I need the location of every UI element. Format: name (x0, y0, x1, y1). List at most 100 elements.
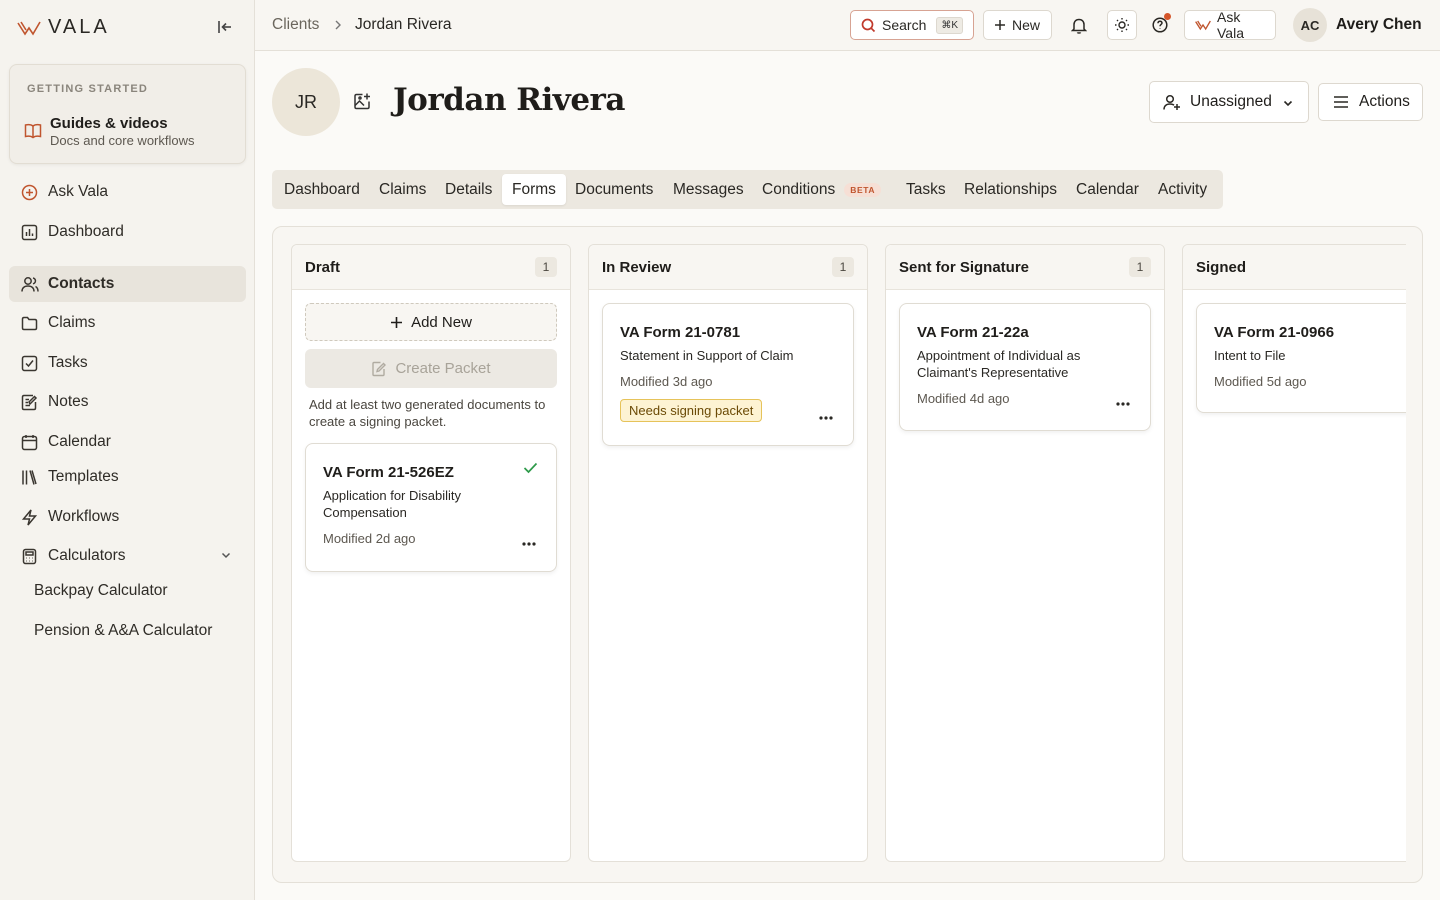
theme-toggle-button[interactable] (1107, 10, 1137, 40)
actions-button[interactable]: Actions (1318, 83, 1423, 121)
edit-photo-button[interactable] (353, 92, 373, 112)
calendar-icon (21, 434, 38, 451)
sidebar-item-tasks[interactable]: Tasks (9, 345, 246, 381)
add-new-button[interactable]: Add New (305, 303, 557, 341)
vala-logo-icon (1195, 19, 1211, 31)
column-in-review: In Review 1 VA Form 21-0781 Statement in… (588, 244, 868, 862)
check-icon (523, 462, 538, 474)
tab-conditions-label: Conditions (762, 180, 836, 198)
more-icon[interactable] (1115, 401, 1133, 411)
column-title: Draft (305, 259, 341, 276)
column-count: 1 (1129, 257, 1151, 277)
search-button[interactable]: Search ⌘K (850, 10, 974, 40)
add-new-label: Add New (411, 313, 472, 331)
assignee-dropdown[interactable]: Unassigned (1149, 81, 1309, 123)
tab-documents[interactable]: Documents (575, 174, 653, 205)
needs-signing-packet-badge: Needs signing packet (620, 399, 763, 422)
more-icon[interactable] (521, 541, 539, 551)
form-card[interactable]: VA Form 21-0966 Intent to File Modified … (1196, 303, 1406, 413)
sidebar-item-ask-vala[interactable]: Ask Vala (9, 174, 246, 210)
column-title: Signed (1196, 259, 1247, 276)
card-title: VA Form 21-526EZ (323, 464, 454, 481)
notifications-button[interactable] (1064, 10, 1094, 40)
user-plus-icon (1163, 94, 1181, 111)
guides-videos-link[interactable]: Guides & videos Docs and core workflows (24, 115, 234, 151)
library-icon (21, 469, 38, 486)
tab-claims[interactable]: Claims (379, 174, 426, 205)
getting-started-label: GETTING STARTED (27, 83, 149, 95)
sun-icon (1114, 17, 1130, 33)
tab-calendar[interactable]: Calendar (1076, 174, 1139, 205)
tab-details[interactable]: Details (445, 174, 492, 205)
sidebar-item-calendar[interactable]: Calendar (9, 424, 246, 460)
column-count: 1 (535, 257, 557, 277)
image-edit-icon (354, 93, 370, 110)
getting-started-card: GETTING STARTED Guides & videos Docs and… (9, 64, 246, 164)
guides-title: Guides & videos (50, 115, 168, 132)
ask-vala-label: Ask Vala (1217, 9, 1244, 41)
users-icon (21, 276, 39, 293)
column-count: 1 (832, 257, 854, 277)
tab-activity[interactable]: Activity (1158, 174, 1207, 205)
plus-icon (390, 316, 403, 329)
card-modified: Modified 2d ago (323, 531, 416, 546)
sidebar-item-workflows[interactable]: Workflows (9, 499, 246, 535)
checkbox-icon (21, 355, 38, 372)
form-card[interactable]: VA Form 21-22a Appointment of Individual… (899, 303, 1151, 431)
breadcrumb-clients[interactable]: Clients (272, 16, 319, 34)
create-packet-label: Create Packet (395, 360, 491, 377)
sidebar-item-label: Calendar (48, 433, 111, 450)
user-menu[interactable]: AC Avery Chen (1293, 8, 1422, 42)
guides-subtitle: Docs and core workflows (50, 133, 195, 148)
tab-conditions[interactable]: Conditions BETA (762, 174, 882, 205)
sidebar-item-calculators[interactable]: Calculators (9, 538, 246, 574)
vala-logo-icon (17, 19, 41, 37)
sidebar-subitem-pension-calculator[interactable]: Pension & A&A Calculator (34, 622, 212, 640)
sidebar-item-label: Workflows (48, 508, 120, 525)
card-description: Appointment of Individual as Claimant's … (917, 348, 1081, 380)
card-title: VA Form 21-0781 (620, 324, 741, 341)
actions-label: Actions (1359, 93, 1410, 110)
sidebar-item-templates[interactable]: Templates (9, 459, 246, 495)
logo[interactable]: VALA (17, 16, 110, 39)
sidebar-subitem-backpay-calculator[interactable]: Backpay Calculator (34, 582, 168, 600)
collapse-sidebar-button[interactable] (215, 17, 237, 39)
sidebar-item-label: Dashboard (48, 223, 124, 240)
form-card[interactable]: VA Form 21-526EZ Application for Disabil… (305, 443, 557, 572)
sidebar-item-label: Ask Vala (48, 183, 109, 200)
new-button[interactable]: New (983, 10, 1052, 40)
sidebar-item-label: Notes (48, 393, 89, 410)
tab-relationships[interactable]: Relationships (964, 174, 1057, 205)
bell-icon (1071, 17, 1087, 34)
chevron-down-icon (1282, 97, 1294, 109)
sidebar-item-claims[interactable]: Claims (9, 305, 246, 341)
menu-icon (1333, 95, 1349, 109)
form-card[interactable]: VA Form 21-0781 Statement in Support of … (602, 303, 854, 446)
packet-hint: Add at least two generated documents to … (309, 397, 546, 429)
tab-dashboard[interactable]: Dashboard (284, 174, 360, 205)
tab-forms[interactable]: Forms (502, 174, 566, 205)
document-edit-icon (371, 361, 387, 377)
card-modified: Modified 5d ago (1214, 374, 1307, 389)
forms-board: Draft 1 Add New Create Packet Add at lea… (272, 226, 1423, 883)
sidebar-item-dashboard[interactable]: Dashboard (9, 214, 246, 250)
chevron-down-icon[interactable] (220, 549, 232, 561)
help-button[interactable] (1145, 10, 1175, 40)
create-packet-button[interactable]: Create Packet (305, 349, 557, 388)
tab-tasks[interactable]: Tasks (906, 174, 946, 205)
card-description: Intent to File (1214, 348, 1286, 363)
search-label: Search (882, 17, 927, 33)
avatar: AC (1293, 8, 1327, 42)
column-title: In Review (602, 259, 672, 276)
tab-messages[interactable]: Messages (673, 174, 744, 205)
more-icon[interactable] (818, 415, 836, 425)
ask-vala-button[interactable]: Ask Vala (1184, 9, 1276, 41)
plus-icon (994, 19, 1006, 31)
sidebar: VALA GETTING STARTED Guides & videos Doc… (0, 0, 255, 900)
new-label: New (1012, 17, 1041, 33)
chart-icon (21, 224, 38, 241)
contact-avatar: JR (272, 68, 340, 136)
sidebar-item-label: Tasks (48, 354, 88, 371)
sidebar-item-notes[interactable]: Notes (9, 384, 246, 420)
sidebar-item-contacts[interactable]: Contacts (9, 266, 246, 302)
